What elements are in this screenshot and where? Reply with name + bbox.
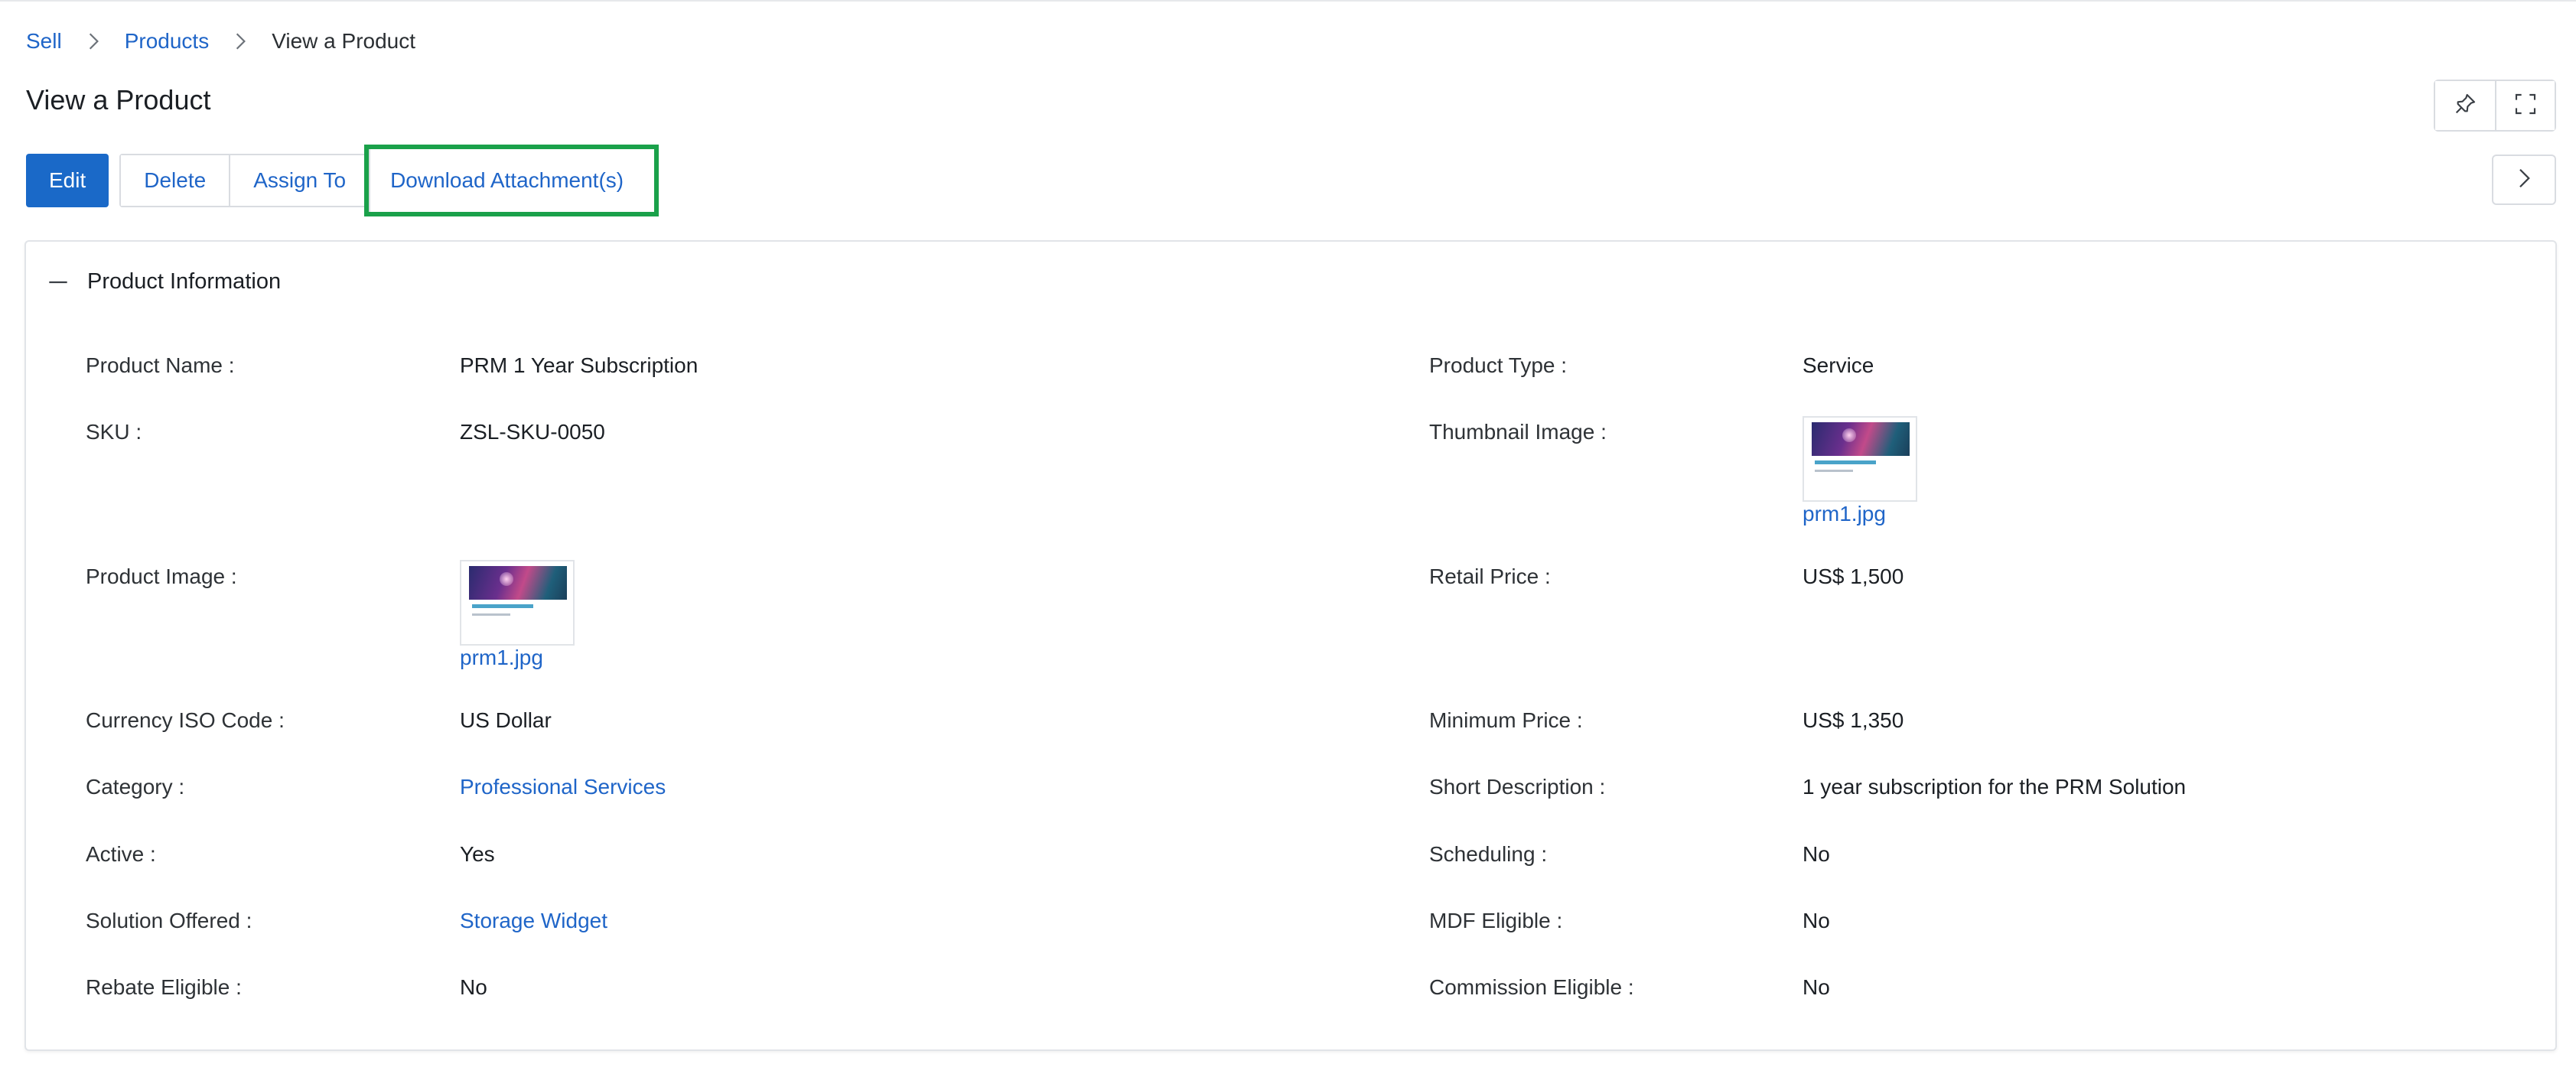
thumbnail-image-label: Thumbnail Image : bbox=[1429, 420, 1607, 444]
retail-price-label: Retail Price : bbox=[1429, 565, 1551, 588]
thumbnail-banner bbox=[1812, 422, 1910, 456]
pin-icon bbox=[2453, 92, 2477, 120]
breadcrumb-sell[interactable]: Sell bbox=[26, 29, 62, 54]
scheduling-value: No bbox=[1803, 842, 1830, 866]
next-record-button[interactable] bbox=[2492, 155, 2556, 205]
product-image-caption bbox=[472, 604, 533, 608]
rebate-eligible-value: No bbox=[460, 975, 487, 999]
edit-button[interactable]: Edit bbox=[26, 154, 109, 207]
product-image-label: Product Image : bbox=[86, 565, 237, 588]
solution-offered-link[interactable]: Storage Widget bbox=[460, 909, 607, 933]
view-options bbox=[2434, 80, 2556, 132]
action-bar: Edit Delete Assign To Download Attachmen… bbox=[26, 145, 659, 216]
thumbnail-subcaption bbox=[1815, 470, 1853, 472]
download-attachments-button[interactable]: Download Attachment(s) bbox=[364, 145, 659, 216]
minimum-price-value: US$ 1,350 bbox=[1803, 708, 1904, 732]
active-label: Active : bbox=[86, 842, 156, 866]
thumbnail-image-link[interactable]: prm1.jpg bbox=[1803, 502, 1886, 526]
chevron-right-icon bbox=[2512, 167, 2535, 194]
product-image-banner bbox=[469, 566, 567, 600]
section-title: Product Information bbox=[87, 269, 282, 294]
breadcrumb: Sell Products View a Product bbox=[26, 24, 415, 58]
fullscreen-icon bbox=[2513, 92, 2538, 120]
assign-to-button[interactable]: Assign To bbox=[229, 155, 370, 206]
secondary-actions: Delete Assign To Download Attachment(s) bbox=[119, 145, 659, 216]
currency-value: US Dollar bbox=[460, 708, 552, 732]
thumbnail-caption bbox=[1815, 460, 1876, 464]
commission-eligible-label: Commission Eligible : bbox=[1429, 975, 1634, 999]
thumbnail-image-preview[interactable] bbox=[1803, 416, 1917, 502]
mdf-eligible-label: MDF Eligible : bbox=[1429, 909, 1563, 932]
section-toggle[interactable]: Product Information bbox=[47, 269, 281, 294]
category-link[interactable]: Professional Services bbox=[460, 775, 666, 799]
product-name-label: Product Name : bbox=[86, 353, 235, 377]
solution-offered-label: Solution Offered : bbox=[86, 909, 252, 932]
page-title: View a Product bbox=[26, 84, 211, 116]
page: Sell Products View a Product View a Prod… bbox=[0, 0, 2576, 1077]
short-description-label: Short Description : bbox=[1429, 775, 1606, 799]
chevron-right-icon bbox=[83, 31, 103, 51]
product-image-link[interactable]: prm1.jpg bbox=[460, 646, 543, 670]
product-image-preview[interactable] bbox=[460, 560, 575, 646]
breadcrumb-current: View a Product bbox=[272, 29, 416, 53]
sku-label: SKU : bbox=[86, 420, 142, 444]
short-description-value: 1 year subscription for the PRM Solution bbox=[1803, 775, 2187, 799]
minimum-price-label: Minimum Price : bbox=[1429, 708, 1583, 732]
product-information-card: Product Information Product Name : PRM 1… bbox=[24, 240, 2557, 1051]
currency-label: Currency ISO Code : bbox=[86, 708, 285, 732]
breadcrumb-products[interactable]: Products bbox=[125, 29, 210, 54]
product-image-subcaption bbox=[472, 613, 510, 616]
delete-button[interactable]: Delete bbox=[121, 155, 230, 206]
sku-value: ZSL-SKU-0050 bbox=[460, 420, 605, 444]
product-type-label: Product Type : bbox=[1429, 353, 1568, 377]
product-type-value: Service bbox=[1803, 353, 1874, 377]
scheduling-label: Scheduling : bbox=[1429, 842, 1548, 866]
rebate-eligible-label: Rebate Eligible : bbox=[86, 975, 242, 999]
commission-eligible-value: No bbox=[1803, 975, 1830, 999]
active-value: Yes bbox=[460, 842, 495, 866]
mdf-eligible-value: No bbox=[1803, 909, 1830, 932]
product-name-value: PRM 1 Year Subscription bbox=[460, 353, 699, 377]
minus-icon bbox=[47, 272, 69, 293]
fullscreen-button[interactable] bbox=[2495, 81, 2555, 130]
category-label: Category : bbox=[86, 775, 185, 799]
pin-button[interactable] bbox=[2435, 81, 2495, 130]
retail-price-value: US$ 1,500 bbox=[1803, 565, 1904, 588]
chevron-right-icon bbox=[230, 31, 250, 51]
